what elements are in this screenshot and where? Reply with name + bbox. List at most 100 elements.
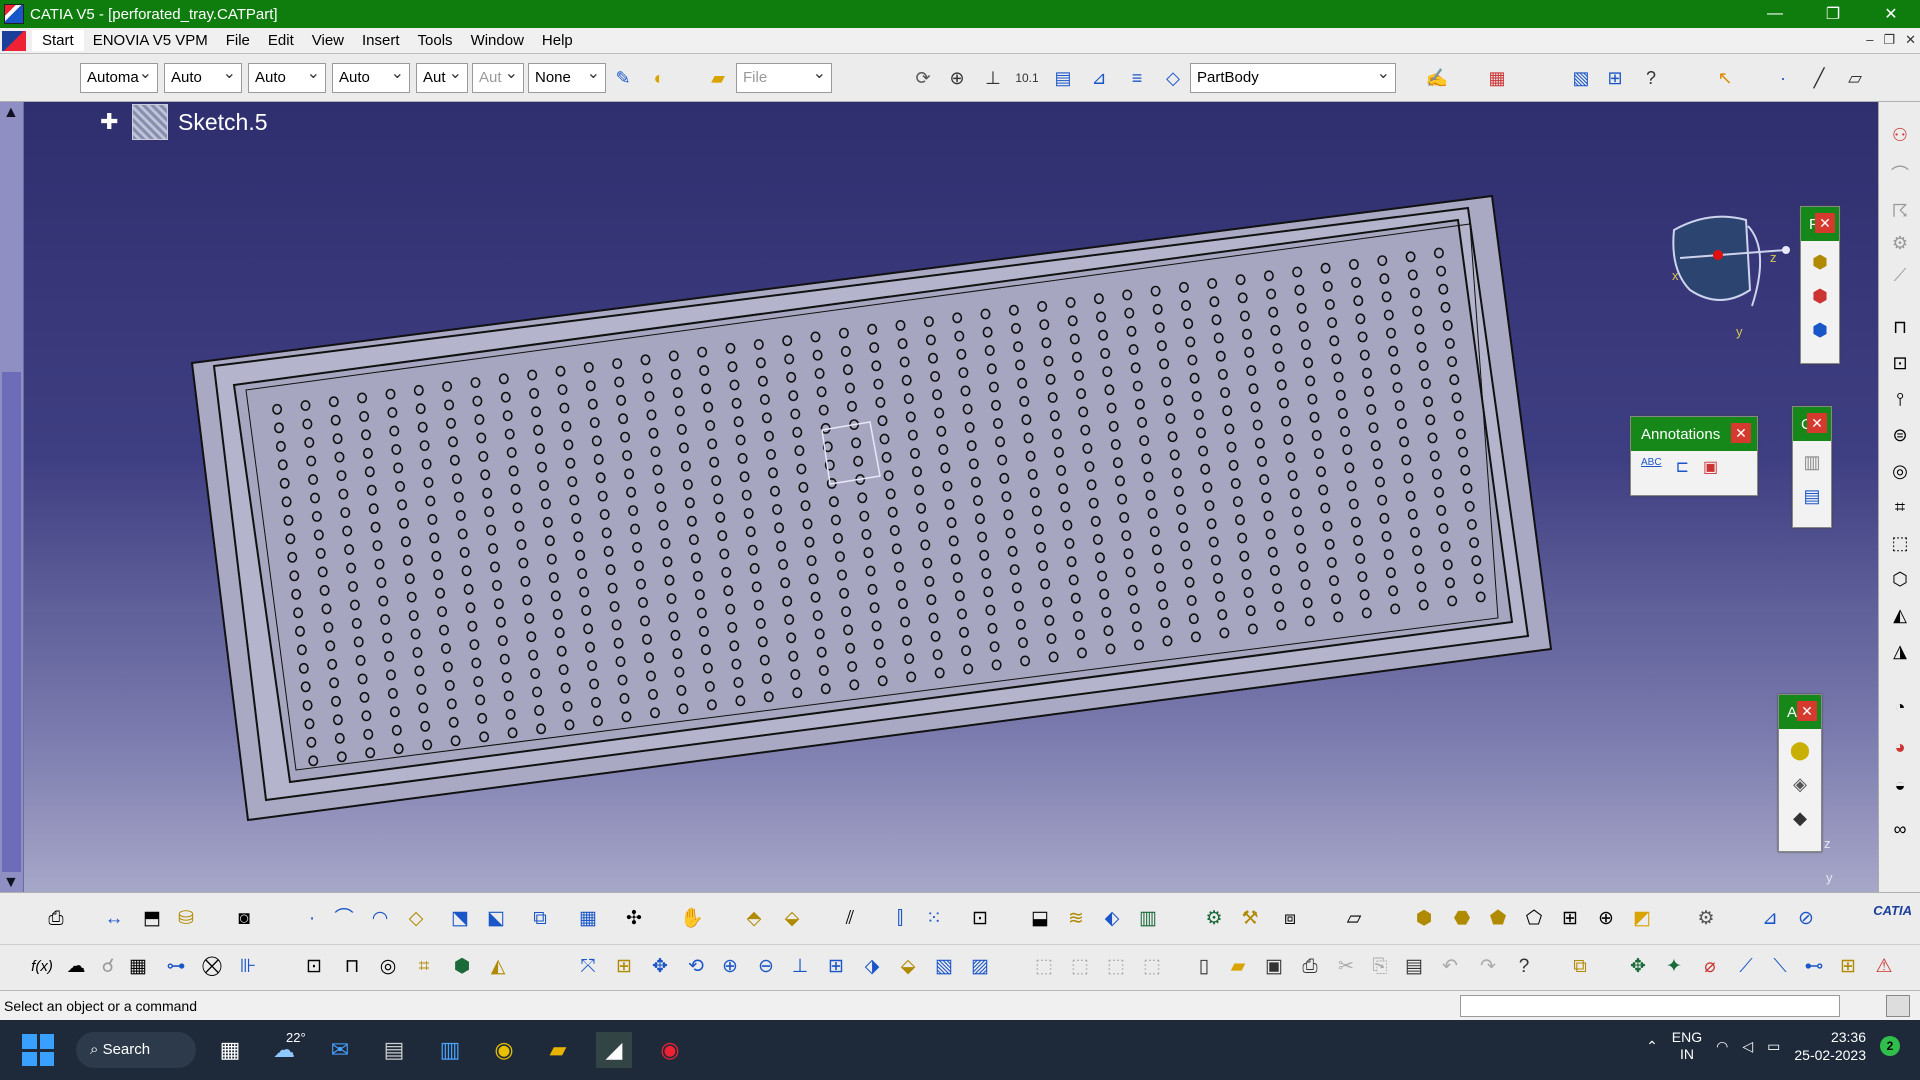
cube-icon[interactable]: ⬢ — [1410, 905, 1438, 933]
swap-space-icon[interactable]: ▨ — [966, 953, 994, 981]
language-indicator[interactable]: ENG IN — [1672, 1029, 1702, 1063]
select-arrow-icon[interactable]: ↖ — [1712, 65, 1738, 91]
shaft-right-icon[interactable]: ⫯ — [1887, 386, 1913, 412]
table-icon[interactable]: ▦ — [124, 953, 152, 981]
fly-mode-icon[interactable]: ⚇ — [1887, 122, 1913, 148]
undo-icon[interactable]: ↶ — [1436, 953, 1464, 981]
sew-surface-icon[interactable]: ▥ — [1134, 905, 1162, 933]
plane-icon[interactable]: ▱ — [1842, 65, 1868, 91]
draft-bottom-icon[interactable]: ⌗ — [410, 953, 438, 981]
hand-icon[interactable]: ✋ — [678, 905, 706, 933]
knowledge-icon[interactable]: ☁ — [62, 953, 90, 981]
boolean-icon[interactable]: ⚙ — [1200, 905, 1228, 933]
clock[interactable]: 23:36 25-02-2023 — [1794, 1028, 1866, 1064]
open-file-icon[interactable]: ▰ — [1224, 953, 1252, 981]
measure-between-icon[interactable]: ↔ — [100, 905, 128, 933]
part-body-combo[interactable]: PartBody — [1190, 63, 1396, 93]
file-combo[interactable]: File — [736, 63, 832, 93]
shading-icon[interactable]: ⬙ — [894, 953, 922, 981]
hierarchy-icon[interactable]: ⊶ — [162, 953, 190, 981]
close-icon[interactable]: ✕ — [1815, 213, 1835, 233]
redo-icon[interactable]: ↷ — [1474, 953, 1502, 981]
line-color-combo[interactable]: Automa — [80, 63, 158, 93]
stack-icon[interactable]: ≡ — [1124, 65, 1150, 91]
apply-material-icon[interactable]: ⬤ — [1786, 737, 1814, 763]
layer-combo[interactable]: Auto — [332, 63, 410, 93]
scene-icon[interactable]: ◆ — [1786, 805, 1814, 831]
layers-icon[interactable]: ⧉ — [1566, 953, 1594, 981]
circle-icon[interactable]: ◠ — [366, 905, 394, 933]
stiffener-icon[interactable]: ⬡ — [1887, 566, 1913, 592]
tree-node-sketch[interactable]: Sketch.5 — [178, 109, 268, 136]
measure-inertia-icon[interactable]: ⛁ — [172, 905, 200, 933]
mail-icon[interactable]: ✉ — [322, 1032, 358, 1068]
transform-icon[interactable]: ✣ — [620, 905, 648, 933]
view-icon[interactable]: ▧ — [1568, 65, 1594, 91]
catia-taskbar-icon[interactable]: ◢ — [596, 1032, 632, 1068]
plane-surface-icon[interactable]: ▱ — [1340, 905, 1368, 933]
wedge-icon[interactable]: ⬣ — [1448, 905, 1476, 933]
line-thickness-combo[interactable]: Auto — [164, 63, 242, 93]
menu-file[interactable]: File — [217, 32, 259, 49]
chamfer-icon[interactable]: ◕ — [1887, 734, 1913, 760]
scaling-icon[interactable]: ⊡ — [966, 905, 994, 933]
calculator-icon[interactable]: ▤ — [376, 1032, 412, 1068]
volume-icon[interactable]: ◁ — [1742, 1038, 1753, 1055]
move-icon[interactable]: ✥ — [1624, 953, 1652, 981]
formula-icon[interactable]: f(x) — [28, 953, 56, 981]
normal-view-icon[interactable]: ⊥ — [786, 953, 814, 981]
intersect-icon[interactable]: ⧈ — [1276, 905, 1304, 933]
tile-icon[interactable]: ⊞ — [1602, 65, 1628, 91]
mirror-icon[interactable]: ⫽ — [836, 905, 864, 933]
windows-start-icon[interactable] — [22, 1034, 54, 1066]
menu-enovia[interactable]: ENOVIA V5 VPM — [84, 32, 217, 49]
cut-icon[interactable]: ◩ — [1628, 905, 1656, 933]
groove-right-icon[interactable]: ⊜ — [1887, 422, 1913, 448]
axis-system-icon[interactable]: ⊥ — [980, 65, 1006, 91]
pocket-icon[interactable]: ⊡ — [1887, 350, 1913, 376]
lock-icon[interactable]: ⛒ — [198, 953, 226, 981]
chrome-profile-icon[interactable]: ◉ — [652, 1032, 688, 1068]
slot-icon[interactable]: ⬚ — [1887, 530, 1913, 556]
doc-restore-button[interactable]: ❐ — [1883, 32, 1895, 48]
slanted-icon[interactable]: ⬠ — [1520, 905, 1548, 933]
line-icon[interactable]: ╱ — [1806, 65, 1832, 91]
hole-icon[interactable]: ⬢ — [1806, 317, 1834, 343]
measure-tool-icon[interactable]: ⟋ — [1732, 953, 1760, 981]
scroll-down-icon[interactable]: ▼ — [3, 874, 19, 892]
analysis-bottom-icon[interactable]: ⚠ — [1870, 953, 1898, 981]
task-view-icon[interactable]: ▦ — [212, 1032, 248, 1068]
sketch-node-icon[interactable] — [132, 104, 168, 140]
material-icon[interactable]: ◐ — [646, 65, 672, 91]
scale-tool-icon[interactable]: ⊞ — [1834, 953, 1862, 981]
menu-tools[interactable]: Tools — [409, 32, 462, 49]
settings-gear-icon[interactable]: ⚙ — [1692, 905, 1720, 933]
snap-icon[interactable]: ✦ — [1660, 953, 1688, 981]
multi-view-icon[interactable]: ⊞ — [822, 953, 850, 981]
print-icon[interactable]: ⎙ — [42, 905, 70, 933]
extrude-icon[interactable]: ⬔ — [446, 905, 474, 933]
notepad-icon[interactable]: ▥ — [432, 1032, 468, 1068]
remove-loft-icon[interactable]: ◮ — [1887, 638, 1913, 664]
close-button[interactable]: ✕ — [1862, 0, 1920, 28]
point-icon[interactable]: · — [1770, 65, 1796, 91]
update-icon[interactable]: ⟳ — [910, 65, 936, 91]
split-icon[interactable]: ⬓ — [1026, 905, 1054, 933]
catalog-icon[interactable]: ▦ — [1484, 65, 1510, 91]
command-history-icon[interactable] — [1886, 995, 1910, 1017]
mirror-body-icon[interactable]: ⫿ — [886, 905, 914, 933]
catia-menu-logo-icon[interactable] — [2, 30, 26, 51]
sketch-icon[interactable]: ⊿ — [1086, 65, 1112, 91]
hole-bottom-icon[interactable]: ⊓ — [338, 953, 366, 981]
notification-badge[interactable]: 2 — [1880, 1036, 1900, 1056]
new-file-icon[interactable]: ▯ — [1190, 953, 1218, 981]
tray-overflow-icon[interactable]: ⌃ — [1646, 1038, 1658, 1055]
tree-expand-icon[interactable]: ✚ — [100, 111, 120, 133]
shell-icon[interactable]: ∞ — [1887, 816, 1913, 842]
menu-view[interactable]: View — [303, 32, 353, 49]
minimize-button[interactable]: — — [1746, 0, 1804, 28]
rotate-view-icon[interactable]: ⊕ — [944, 65, 970, 91]
rule-icon[interactable]: ☌ — [94, 953, 122, 981]
line-type-combo[interactable]: Auto — [248, 63, 326, 93]
file-explorer-icon[interactable]: ▰ — [540, 1032, 576, 1068]
